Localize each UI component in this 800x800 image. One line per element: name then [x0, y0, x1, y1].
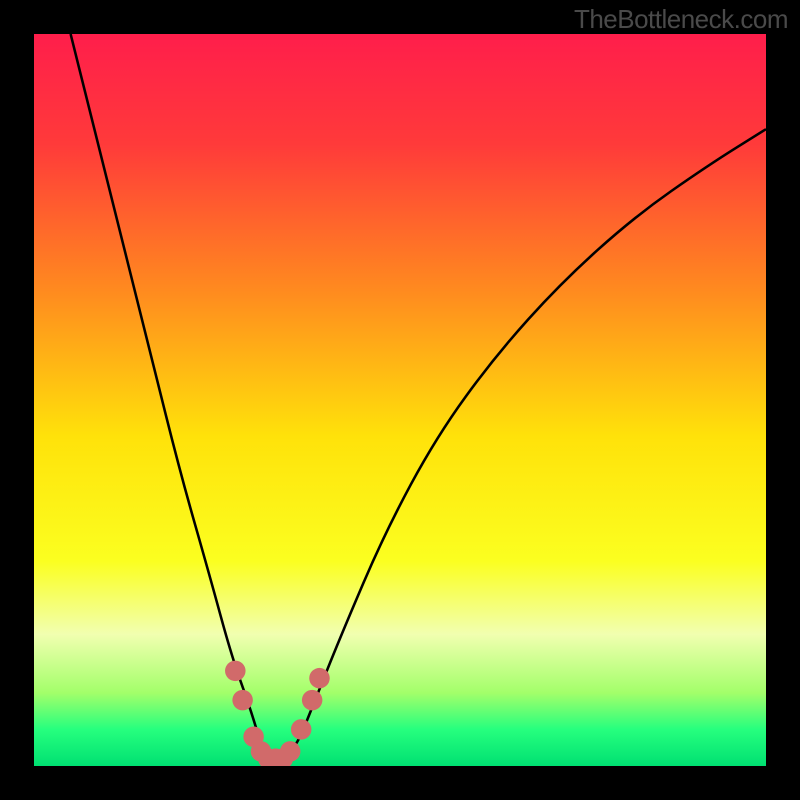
- marker-dot: [302, 690, 322, 710]
- marker-dot: [291, 719, 311, 739]
- highlight-dots: [225, 661, 330, 766]
- marker-dot: [225, 661, 245, 681]
- watermark-text: TheBottleneck.com: [574, 4, 788, 35]
- marker-dot: [280, 741, 300, 761]
- marker-dot: [309, 668, 329, 688]
- plot-area: [34, 34, 766, 766]
- curve-layer: [34, 34, 766, 766]
- bottleneck-curve: [71, 34, 766, 759]
- chart-frame: TheBottleneck.com: [0, 0, 800, 800]
- marker-dot: [232, 690, 252, 710]
